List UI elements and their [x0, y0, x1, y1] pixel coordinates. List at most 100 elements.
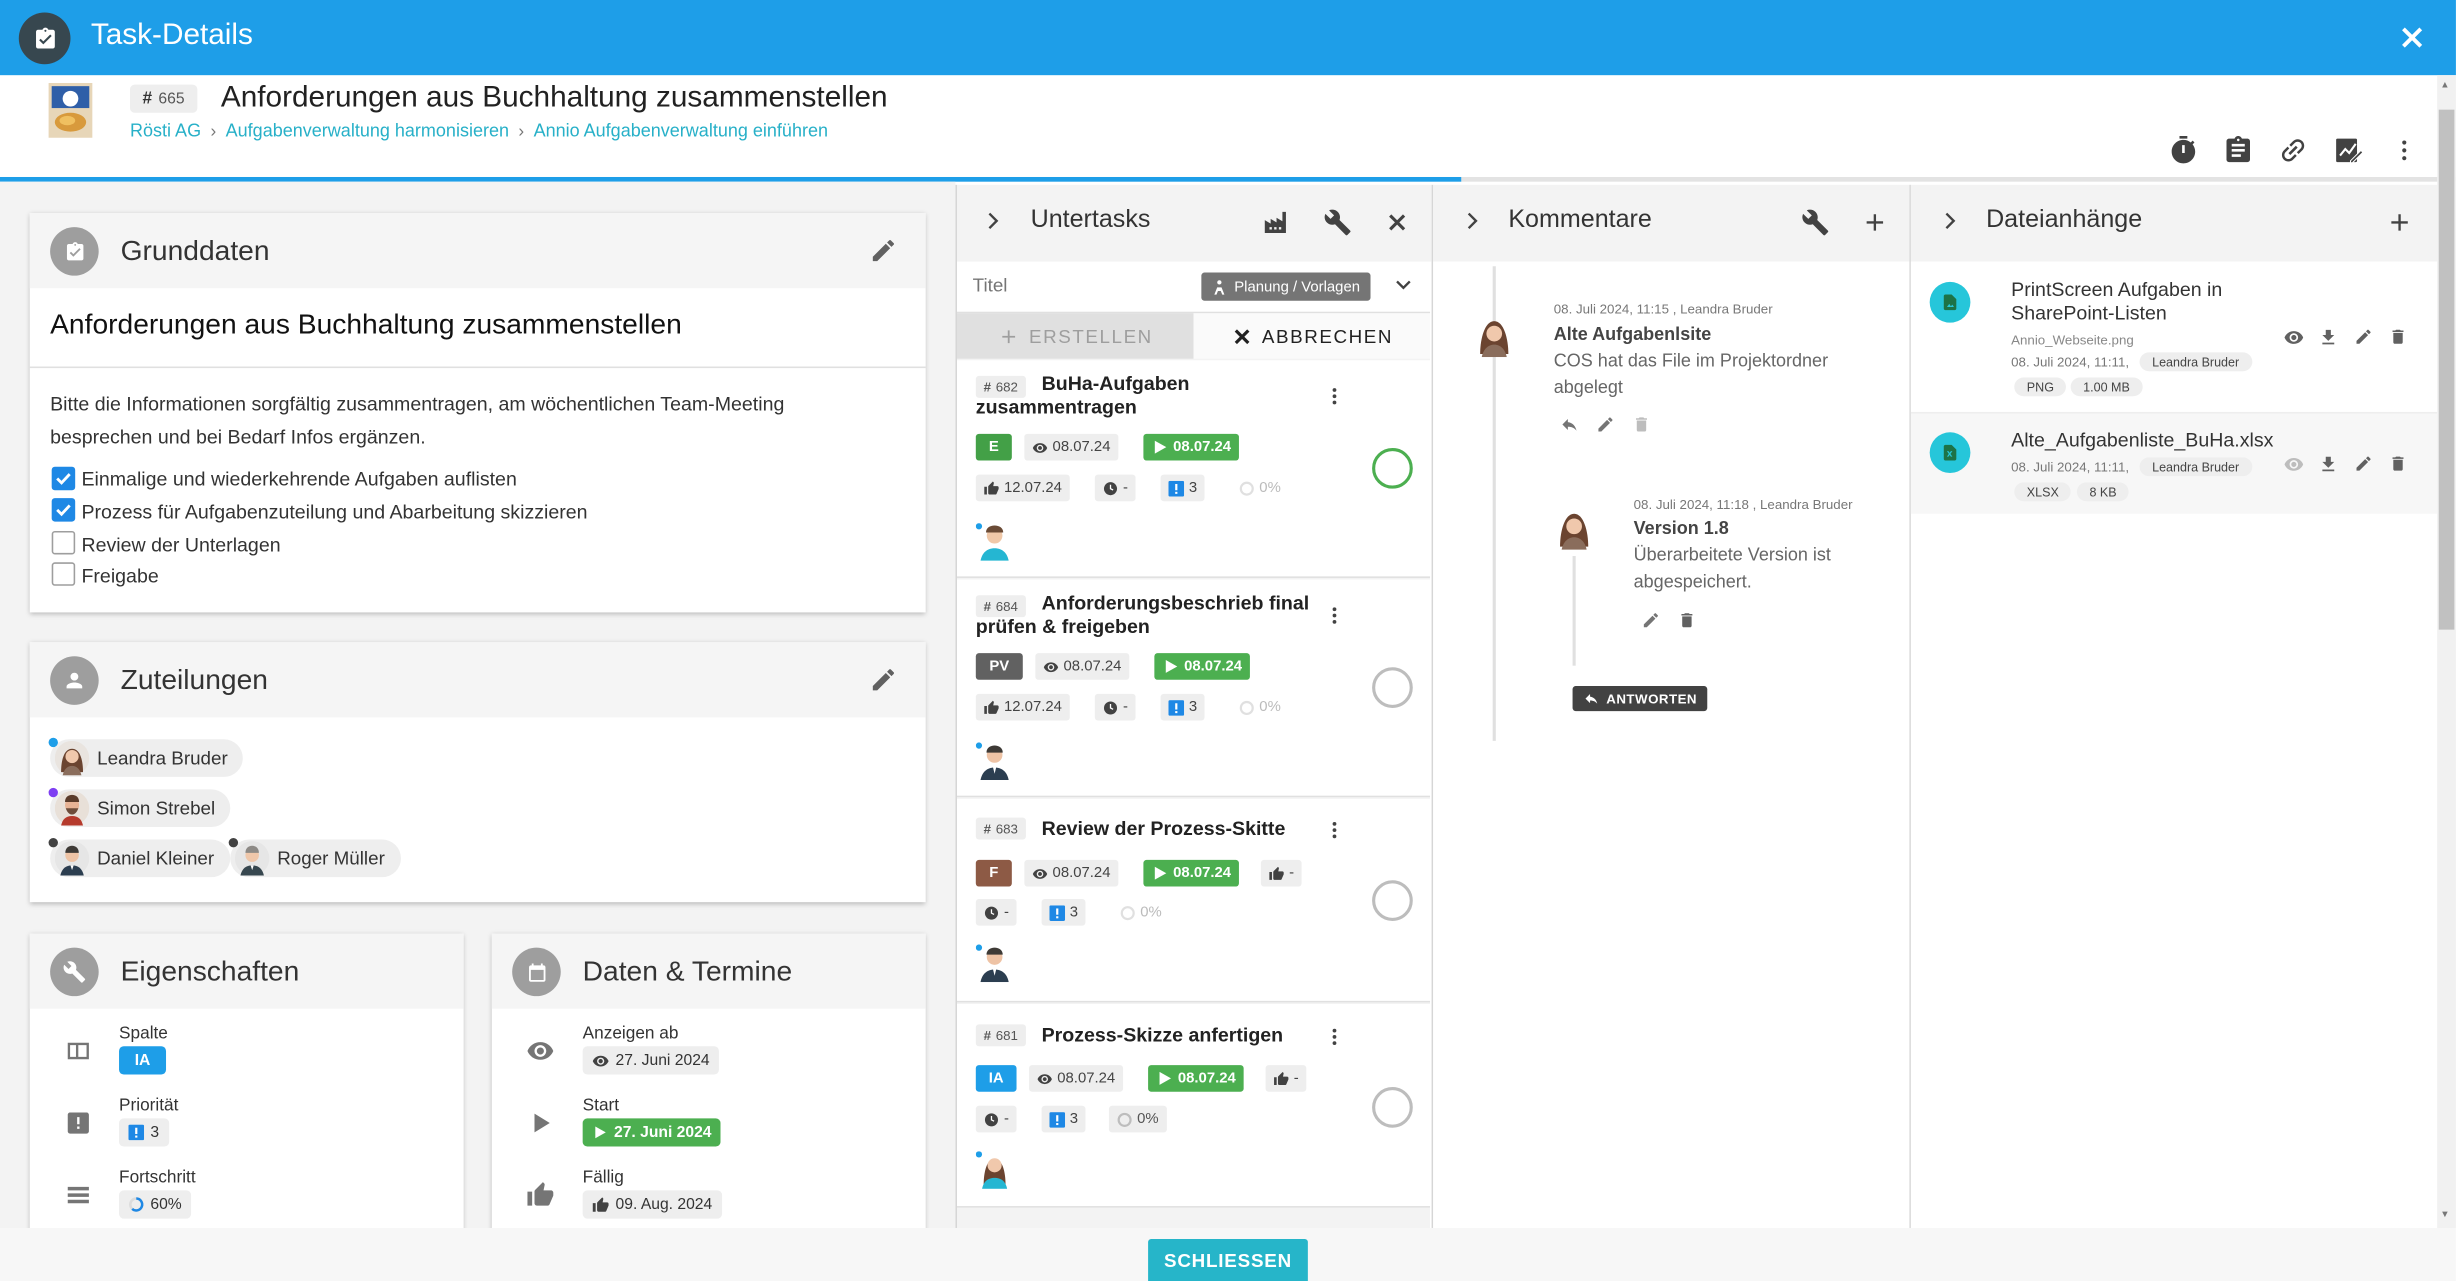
delete-icon[interactable]: [1678, 611, 1697, 630]
kommentare-header: Kommentare: [1433, 184, 1910, 262]
add-icon[interactable]: [1861, 208, 1889, 236]
status-ring[interactable]: [1372, 667, 1413, 708]
checklist-checkbox[interactable]: [51, 498, 76, 522]
signature-icon[interactable]: [2332, 135, 2364, 166]
subtask-title: Prozess-Skizze anfertigen: [1041, 1024, 1284, 1047]
edit-pencil-icon[interactable]: [2354, 454, 2373, 473]
assignee-name: Roger Müller: [277, 847, 385, 870]
status-ring[interactable]: [1372, 1087, 1413, 1128]
planung-vorlagen-button[interactable]: Planung / Vorlagen: [1201, 272, 1371, 301]
checklist-checkbox[interactable]: [51, 466, 76, 491]
clipboard-icon[interactable]: [2223, 135, 2254, 166]
thumb-up-icon: [984, 480, 999, 494]
progress-badge: 60%: [119, 1190, 192, 1219]
link-icon[interactable]: [2277, 135, 2308, 166]
wrench-icon[interactable]: [1324, 208, 1352, 236]
reply-icon[interactable]: [1560, 415, 1579, 434]
edit-pencil-icon[interactable]: [869, 237, 897, 265]
chevron-right-icon[interactable]: [982, 210, 1004, 232]
download-icon[interactable]: [2318, 327, 2338, 347]
edit-pencil-icon[interactable]: [1596, 415, 1615, 434]
priority-exclamation-icon: [1168, 480, 1185, 496]
eye-icon[interactable]: [2284, 327, 2304, 347]
due-date-badge: -: [1260, 859, 1302, 887]
reply-button[interactable]: ANTWORTEN: [1572, 686, 1708, 712]
more-vert-icon[interactable]: [1331, 1027, 1337, 1046]
task-details-left-panel: Grunddaten Anforderungen aus Buchhaltung…: [0, 181, 956, 1228]
checklist-checkbox[interactable]: [51, 562, 76, 586]
start-date: 27. Juni 2024: [582, 1118, 721, 1147]
assignee-chip[interactable]: Simon Strebel: [48, 787, 231, 828]
breadcrumb-link-project[interactable]: Aufgabenverwaltung harmonisieren: [226, 122, 509, 141]
wrench-icon: [50, 947, 99, 997]
delete-icon[interactable]: [2389, 327, 2408, 346]
subtask-card[interactable]: #681 Prozess-Skizze anfertigen IA 08.07.…: [957, 1003, 1431, 1208]
anzeigen-date: 27. Juni 2024: [582, 1046, 720, 1075]
play-icon: [1159, 1071, 1172, 1085]
zuteilungen-card: Zuteilungen Leandra Bruder Simon Strebel…: [29, 642, 926, 903]
assignee-chip[interactable]: Leandra Bruder: [48, 737, 244, 777]
more-vert-icon[interactable]: [2389, 135, 2420, 166]
window-title: Task-Details: [90, 18, 253, 52]
assignee-name: Leandra Bruder: [97, 747, 228, 770]
delete-icon[interactable]: [1632, 415, 1651, 434]
checklist-item-label: Einmalige und wiederkehrende Aufgaben au…: [81, 468, 517, 491]
assignee-chip[interactable]: Roger Müller: [228, 837, 401, 878]
edit-pencil-icon[interactable]: [2354, 327, 2373, 346]
subtask-card[interactable]: #682 BuHa-Aufgaben zusammentragen E 08.07…: [957, 360, 1431, 578]
progress-list-icon: [64, 1181, 92, 1209]
chevron-right-icon[interactable]: [1461, 210, 1483, 232]
subtask-title-input[interactable]: [969, 272, 1196, 298]
create-subtask-button[interactable]: ERSTELLEN: [957, 313, 1194, 359]
scrollbar-thumb[interactable]: [2438, 109, 2455, 630]
delete-icon[interactable]: [2389, 454, 2408, 473]
breadcrumb-link-company[interactable]: Rösti AG: [130, 122, 201, 141]
checklist-item-label: Review der Unterlagen: [81, 534, 281, 557]
more-vert-icon[interactable]: [1331, 821, 1337, 840]
chevron-right-icon[interactable]: [1939, 210, 1961, 232]
edit-pencil-icon[interactable]: [1641, 611, 1660, 630]
status-ring[interactable]: [1372, 447, 1413, 489]
time-badge: -: [1094, 474, 1136, 502]
more-vert-icon[interactable]: [1331, 387, 1337, 406]
subtask-card[interactable]: #684 Anforderungsbeschrieb final prüfen &…: [957, 579, 1431, 798]
status-ring[interactable]: [1372, 880, 1413, 921]
scroll-up-arrow-icon[interactable]: ▲: [2440, 81, 2449, 90]
untertasks-header: Untertasks: [957, 184, 1432, 262]
more-vert-icon[interactable]: [1331, 606, 1337, 625]
avatar: [1560, 513, 1589, 550]
progress-badge: 0%: [1108, 1105, 1167, 1133]
eye-icon[interactable]: [2284, 454, 2304, 474]
chart-factory-icon[interactable]: [1262, 208, 1290, 236]
file-type: PNG: [2014, 377, 2067, 397]
subtask-card[interactable]: #683 Review der Prozess-Skitte F 08.07.2…: [957, 798, 1431, 1003]
untertasks-title: Untertasks: [1030, 206, 1151, 234]
view-date-badge: 08.07.24: [1024, 433, 1119, 461]
close-icon[interactable]: [2396, 22, 2427, 53]
play-icon: [595, 1126, 606, 1139]
start-date-badge: 08.07.24: [1143, 433, 1239, 461]
avatar: [975, 1151, 1008, 1189]
file-date: 08. Juli 2024, 11:11,: [2011, 353, 2130, 370]
breadcrumb-link-subproject[interactable]: Annio Aufgabenverwaltung einführen: [534, 122, 828, 141]
wrench-icon[interactable]: [1801, 208, 1829, 236]
add-icon[interactable]: [2385, 208, 2413, 236]
dateien-header: Dateianhänge: [1910, 184, 2438, 262]
clipboard-check-icon: [50, 227, 99, 276]
checklist-checkbox[interactable]: [51, 530, 76, 555]
termine-title: Daten & Termine: [582, 955, 793, 987]
priority-badge: 3: [119, 1118, 169, 1147]
cancel-subtask-button[interactable]: ABBRECHEN: [1193, 313, 1431, 359]
thread-line: [1572, 556, 1576, 666]
edit-pencil-icon[interactable]: [869, 666, 897, 694]
scroll-down-arrow-icon[interactable]: ▼: [2440, 1211, 2449, 1220]
assignee-chip[interactable]: Daniel Kleiner: [48, 837, 230, 878]
timer-icon[interactable]: [2168, 135, 2199, 166]
thumb-up-icon: [984, 700, 999, 714]
close-icon[interactable]: [1385, 210, 1410, 235]
close-dialog-button[interactable]: SCHLIESSEN: [1148, 1238, 1308, 1281]
comment-title: Version 1.8: [1633, 520, 1729, 539]
download-icon[interactable]: [2318, 454, 2338, 474]
comment-text: Überarbeitete Version ist abgespeichert.: [1633, 546, 1831, 593]
chevron-down-icon[interactable]: [1392, 274, 1414, 296]
